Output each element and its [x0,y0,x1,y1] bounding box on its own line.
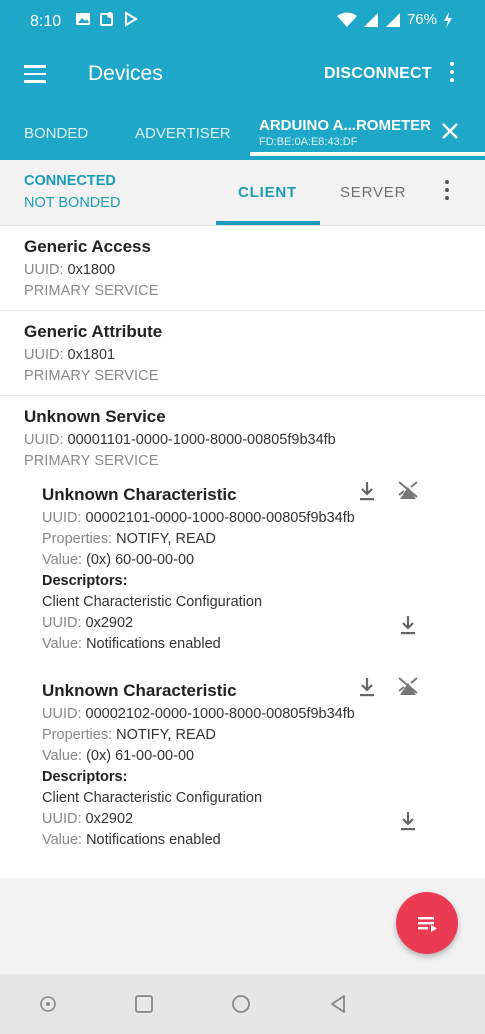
descriptor-value: Notifications enabled [86,636,221,652]
characteristic-value: (0x) 60-00-00-00 [86,552,195,568]
value-label: Value: [42,552,83,568]
bond-status: NOT BONDED [24,195,121,211]
active-tab-indicator [250,152,485,156]
descriptor-uuid: 0x2902 [85,811,134,827]
uuid-label: UUID: [42,811,82,827]
home-ring-icon[interactable] [230,993,252,1015]
characteristic-item[interactable]: Unknown Characteristic UUID: 00002101-00… [0,481,485,681]
close-icon[interactable] [440,121,460,141]
characteristic-uuid: 00002101-0000-1000-8000-00805f9b34fb [85,510,355,526]
read-download-icon[interactable] [355,479,379,503]
properties-label: Properties: [42,531,113,547]
connection-more-icon[interactable] [443,180,451,202]
properties-label: Properties: [42,727,113,743]
hamburger-menu-icon[interactable] [24,65,46,83]
tab-server[interactable]: SERVER [340,184,406,201]
device-mac: FD:BE:0A:E8:43:DF [259,136,358,148]
service-type: PRIMARY SERVICE [24,453,159,469]
app-bar: Devices DISCONNECT [0,46,485,104]
service-name: Generic Attribute [24,322,163,341]
service-item[interactable]: Generic Access UUID: 0x1800 PRIMARY SERV… [0,226,485,311]
system-nav-bar [0,974,485,1034]
notify-off-icon[interactable] [396,479,420,503]
battery-percent: 76% [406,11,437,28]
descriptor-value: Notifications enabled [86,832,221,848]
image-icon [76,13,90,25]
characteristic-properties: NOTIFY, READ [116,531,216,547]
service-name: Unknown Service [24,407,166,426]
descriptor-uuid: 0x2902 [85,615,134,631]
service-name: Generic Access [24,237,151,256]
system-status-icons: 76% [336,11,453,28]
device-name: ARDUINO A...ROMETER [259,117,431,134]
wifi-icon [336,12,357,27]
notification-icons [75,11,139,27]
gallery-icon [100,12,113,26]
value-label: Value: [42,636,83,652]
status-time: 8:10 [30,13,62,30]
service-item[interactable]: Generic Attribute UUID: 0x1801 PRIMARY S… [0,311,485,396]
notify-off-icon[interactable] [396,675,420,699]
descriptor-name: Client Characteristic Configuration [42,594,263,610]
play-store-icon [125,11,138,27]
uuid-label: UUID: [42,510,82,526]
descriptor-read-icon[interactable] [396,809,420,833]
characteristic-properties: NOTIFY, READ [116,727,216,743]
service-uuid: 0x1800 [67,262,116,278]
tab-client[interactable]: CLIENT [238,184,297,201]
log-fab-button[interactable] [396,892,458,954]
read-download-icon[interactable] [355,675,379,699]
uuid-label: UUID: [24,262,64,278]
uuid-label: UUID: [24,347,64,363]
characteristic-uuid: 00002102-0000-1000-8000-00805f9b34fb [85,706,355,722]
disconnect-button[interactable]: DISCONNECT [324,65,432,83]
page-title: Devices [88,62,163,85]
cell-signal-icon [363,12,378,27]
value-label: Value: [42,748,83,764]
home-circle-icon[interactable] [37,993,59,1015]
cell-signal-2-icon [385,12,400,27]
descriptors-heading: Descriptors: [42,769,128,785]
back-triangle-icon[interactable] [327,993,349,1015]
descriptor-name: Client Characteristic Configuration [42,790,263,806]
service-uuid: 0x1801 [67,347,116,363]
characteristic-value: (0x) 61-00-00-00 [86,748,195,764]
status-bar: 8:10 76% [0,0,485,46]
uuid-label: UUID: [42,615,82,631]
tab-bonded[interactable]: BONDED [24,125,88,142]
recents-square-icon[interactable] [133,993,155,1015]
charging-icon [444,11,452,28]
uuid-label: UUID: [42,706,82,722]
uuid-label: UUID: [24,432,64,448]
service-uuid: 00001101-0000-1000-8000-00805f9b34fb [67,432,336,448]
connection-status: CONNECTED [24,173,116,189]
value-label: Value: [42,832,83,848]
service-item[interactable]: Unknown Service UUID: 00001101-0000-1000… [0,396,485,480]
tab-advertiser[interactable]: ADVERTISER [135,125,231,142]
characteristic-item[interactable]: Unknown Characteristic UUID: 00002102-00… [0,677,485,877]
log-list-icon [418,917,437,932]
connection-bar: CONNECTED NOT BONDED CLIENT SERVER [0,160,485,226]
client-tab-indicator [216,221,320,225]
descriptor-read-icon[interactable] [396,613,420,637]
descriptors-heading: Descriptors: [42,573,128,589]
more-vert-icon[interactable] [448,62,456,84]
service-type: PRIMARY SERVICE [24,283,159,299]
tab-device[interactable]: ARDUINO A...ROMETER FD:BE:0A:E8:43:DF [259,117,431,148]
service-list: Generic Access UUID: 0x1800 PRIMARY SERV… [0,226,485,877]
service-type: PRIMARY SERVICE [24,368,159,384]
